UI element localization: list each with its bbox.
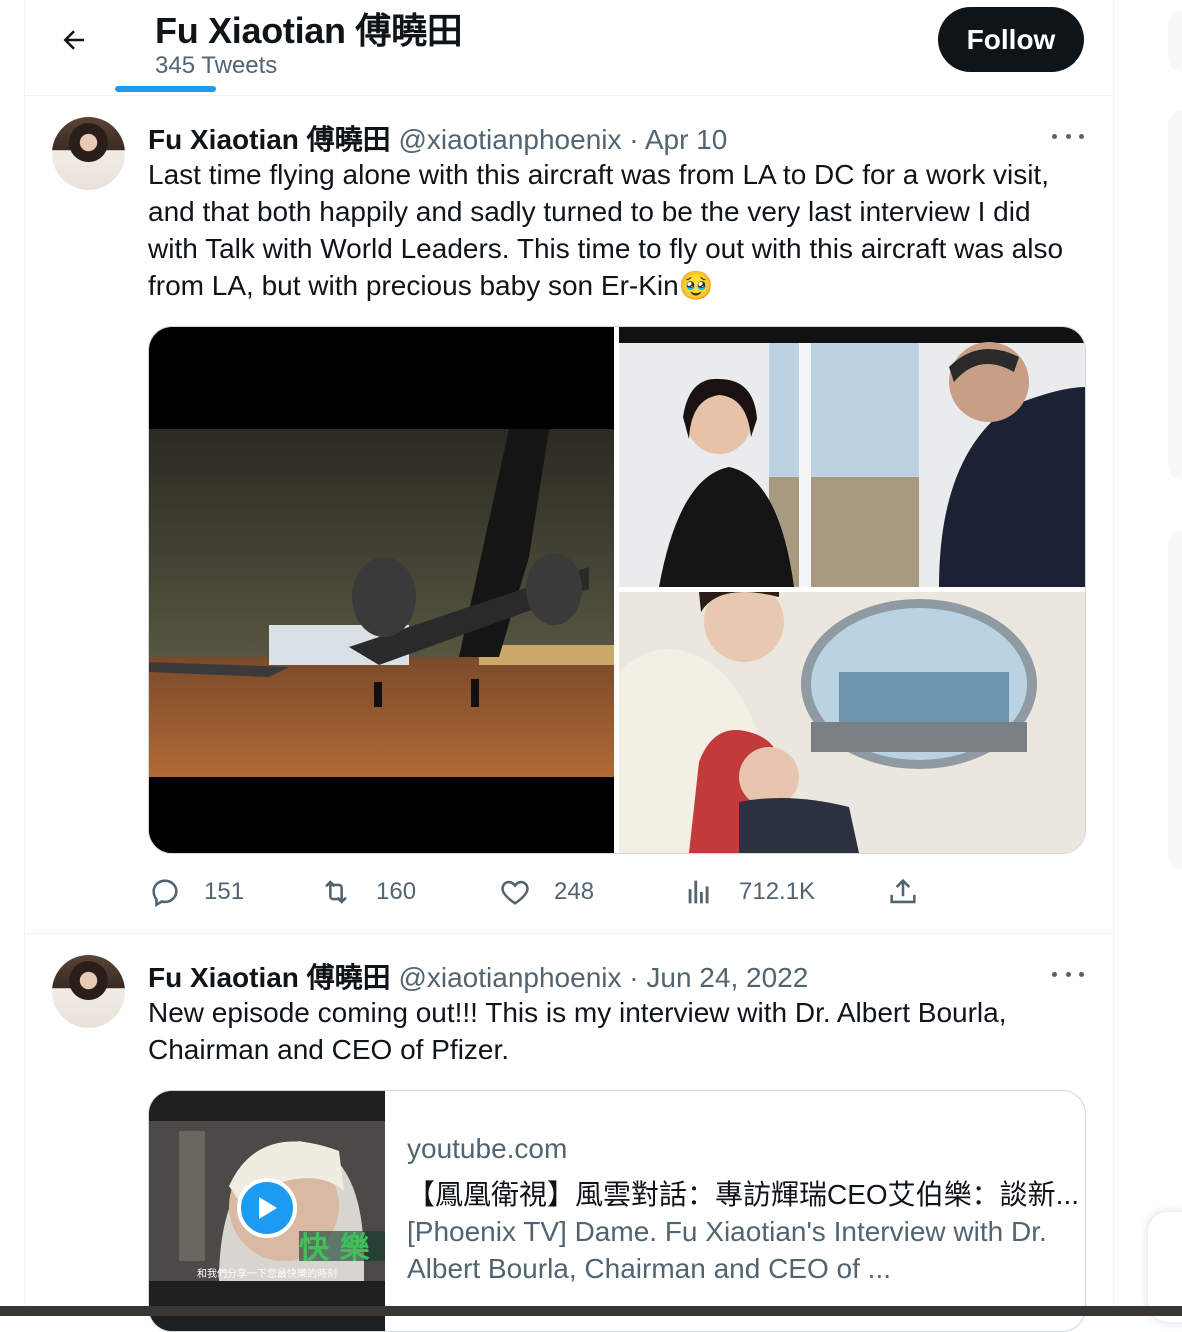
more-icon: [1052, 971, 1057, 977]
media-photo-aircraft[interactable]: [149, 327, 614, 853]
reply-icon: [152, 879, 178, 908]
back-button[interactable]: [54, 20, 94, 60]
author-name[interactable]: Fu Xiaotian 傅曉田: [148, 124, 391, 155]
author-handle[interactable]: @xiaotianphoenix: [398, 962, 621, 993]
tweet-text: New episode coming out!!! This is my int…: [148, 997, 1007, 1065]
tweet-date[interactable]: Apr 10: [645, 124, 728, 155]
right-rail-panel: [1168, 110, 1182, 480]
bottom-edge-strip: [0, 1306, 1182, 1316]
page-title: Fu Xiaotian 傅曉田: [155, 10, 463, 51]
views-count: 712.1K: [739, 878, 816, 905]
right-rail-search[interactable]: [1168, 10, 1182, 72]
like-button[interactable]: 248: [498, 872, 594, 912]
tweet-media-grid[interactable]: [148, 326, 1086, 854]
like-count: 248: [554, 878, 595, 905]
back-arrow-icon: [63, 30, 84, 50]
meta-separator: ·: [629, 962, 639, 993]
tweet-count: 345 Tweets: [155, 52, 278, 79]
play-icon: [259, 1197, 277, 1219]
author-handle[interactable]: @xiaotianphoenix: [398, 124, 621, 155]
tweet[interactable]: Fu Xiaotian 傅曉田 @xiaotianphoenix · Jun 2…: [24, 934, 1112, 1332]
profile-header: Fu Xiaotian 傅曉田 345 Tweets Follow: [24, 0, 1112, 96]
views-icon: [688, 880, 709, 904]
retweet-count: 160: [376, 878, 417, 905]
active-tab-indicator: [115, 86, 216, 92]
views-button[interactable]: 712.1K: [683, 872, 815, 912]
reply-count: 151: [204, 878, 245, 905]
share-icon: [890, 878, 916, 904]
play-button[interactable]: [237, 1178, 297, 1238]
card-domain: youtube.com: [407, 1133, 568, 1164]
like-icon: [501, 880, 529, 905]
card-description: [Phoenix TV] Dame. Fu Xiaotian's Intervi…: [407, 1216, 1047, 1284]
tweet-header: Fu Xiaotian 傅曉田 @xiaotianphoenix · Jun 2…: [148, 956, 808, 996]
follow-button[interactable]: Follow: [938, 7, 1084, 72]
more-button[interactable]: [1052, 126, 1084, 146]
media-photo-baby[interactable]: [619, 592, 1085, 853]
share-button[interactable]: [886, 872, 942, 912]
tweet-header: Fu Xiaotian 傅曉田 @xiaotianphoenix · Apr 1…: [148, 118, 727, 158]
avatar[interactable]: [52, 117, 125, 190]
tweet-actions: 151 160 248 712.1K: [148, 872, 1088, 912]
card-title: 【鳳凰衛視】風雲對話：專訪輝瑞CEO艾伯樂：談新...: [407, 1179, 1080, 1210]
right-rail-panel-2: [1168, 530, 1182, 870]
retweet-icon: [325, 880, 347, 904]
video-thumbnail[interactable]: 快 樂 和我們分享一下您最快樂的時刻: [149, 1091, 385, 1331]
reply-button[interactable]: 151: [148, 872, 244, 912]
author-name[interactable]: Fu Xiaotian 傅曉田: [148, 962, 391, 993]
link-card[interactable]: 快 樂 和我們分享一下您最快樂的時刻 youtube.com 【鳳凰衛視】風雲對…: [148, 1090, 1086, 1332]
tweet-date[interactable]: Jun 24, 2022: [646, 962, 808, 993]
tweet[interactable]: Fu Xiaotian 傅曉田 @xiaotianphoenix · Apr 1…: [24, 96, 1112, 934]
thumb-caption: 和我們分享一下您最快樂的時刻: [197, 1269, 337, 1280]
thumb-overlay-text: 快 樂: [299, 1231, 370, 1266]
tweet-text: Last time flying alone with this aircraf…: [148, 159, 1064, 301]
more-button[interactable]: [1052, 964, 1084, 984]
retweet-button[interactable]: 160: [318, 872, 416, 912]
more-icon: [1052, 133, 1057, 139]
media-photo-interview[interactable]: [619, 327, 1085, 587]
meta-separator: ·: [629, 124, 639, 155]
avatar[interactable]: [52, 955, 125, 1028]
